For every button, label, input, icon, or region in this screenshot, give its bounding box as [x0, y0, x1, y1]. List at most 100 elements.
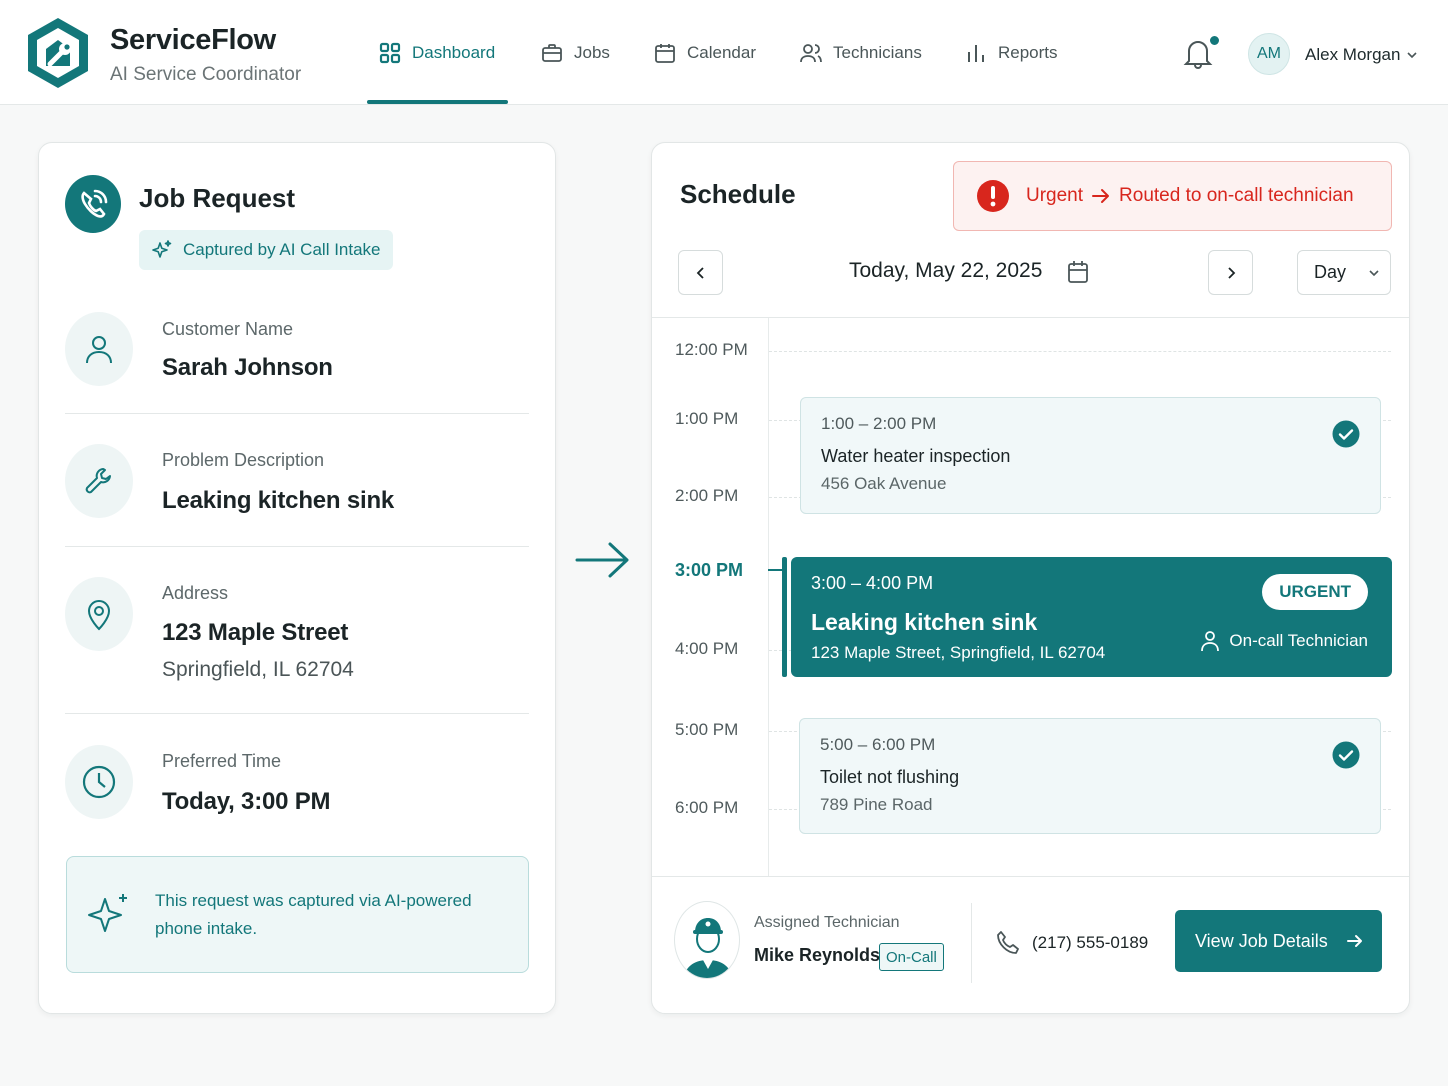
bar-chart-icon: [968, 45, 984, 62]
app-logo-icon[interactable]: [24, 16, 92, 90]
ai-intake-badge-label: Captured by AI Call Intake: [183, 240, 381, 259]
chevron-down-icon: [1369, 269, 1379, 276]
brand-subtitle: AI Service Coordinator: [110, 64, 302, 85]
user-icon: [65, 312, 133, 386]
address-line1: 123 Maple Street: [162, 619, 349, 646]
check-circle-icon: [1332, 741, 1360, 769]
arrow-right-icon: [1346, 935, 1362, 947]
chevron-right-icon: [1227, 266, 1235, 279]
chevron-down-icon[interactable]: [1405, 48, 1419, 62]
grid-icon: [379, 42, 401, 64]
urgent-event-indicator: [782, 557, 787, 677]
ai-intake-badge: Captured by AI Call Intake: [139, 230, 393, 270]
nav-reports[interactable]: Reports: [964, 38, 1058, 68]
on-call-badge: On-Call: [879, 943, 944, 971]
time-column-border: [768, 318, 769, 876]
previous-day-button[interactable]: [678, 250, 723, 295]
calendar-icon[interactable]: [1066, 259, 1090, 285]
time-label: 5:00 PM: [675, 720, 739, 739]
event-time: 3:00 – 4:00 PM: [811, 573, 934, 593]
location-pin-icon: [65, 577, 133, 651]
divider: [65, 546, 529, 547]
top-header: ServiceFlow AI Service Coordinator Dashb…: [0, 0, 1448, 105]
problem-description-value: Leaking kitchen sink: [162, 487, 395, 514]
check-circle-icon: [1332, 420, 1360, 448]
urgent-badge: URGENT: [1262, 574, 1368, 610]
clock-icon: [65, 745, 133, 819]
job-request-card: Job Request Captured by AI Call Intake C…: [38, 142, 556, 1014]
technician-phone[interactable]: (217) 555-0189: [1032, 933, 1148, 953]
alert-icon: [977, 180, 1009, 212]
time-label: 4:00 PM: [675, 639, 739, 658]
active-tab-indicator: [367, 100, 508, 104]
nav-jobs[interactable]: Jobs: [540, 38, 610, 68]
urgent-routing-alert: Urgent Routed to on-call technician: [953, 161, 1392, 231]
preferred-time-label: Preferred Time: [162, 751, 282, 771]
event-assignee: On-call Technician: [1201, 630, 1368, 652]
current-date: Today, May 22, 2025: [849, 259, 1043, 282]
problem-description-label: Problem Description: [162, 450, 325, 470]
event-time: 1:00 – 2:00 PM: [821, 414, 937, 433]
schedule-title: Schedule: [680, 179, 796, 209]
calendar-icon: [655, 44, 675, 63]
hour-gridline: [769, 351, 1391, 352]
nav-dashboard[interactable]: Dashboard: [378, 38, 495, 68]
user-name[interactable]: Alex Morgan: [1305, 45, 1400, 65]
event-title: Toilet not flushing: [820, 767, 960, 787]
event-address: 456 Oak Avenue: [821, 474, 947, 493]
address-line2: Springfield, IL 62704: [162, 658, 354, 681]
view-select-value: Day: [1314, 262, 1347, 282]
schedule-event[interactable]: 5:00 – 6:00 PM Toilet not flushing 789 P…: [799, 718, 1381, 834]
arrow-right-icon: [575, 542, 629, 578]
assigned-technician-label: Assigned Technician: [754, 914, 900, 931]
nav-reports-label: Reports: [998, 43, 1058, 62]
address-label: Address: [162, 583, 229, 603]
technician-name: Mike Reynolds: [754, 945, 881, 965]
chevron-left-icon: [696, 266, 704, 279]
divider: [652, 876, 1409, 877]
time-label: 2:00 PM: [675, 486, 739, 505]
nav-technicians-label: Technicians: [833, 43, 922, 62]
user-avatar[interactable]: AM: [1248, 33, 1290, 75]
nav-calendar[interactable]: Calendar: [653, 38, 756, 68]
ai-intake-note: This request was captured via AI-powered…: [66, 856, 529, 973]
job-request-title: Job Request: [139, 183, 296, 213]
nav-calendar-label: Calendar: [687, 43, 756, 62]
phone-call-icon: [65, 175, 121, 233]
sparkle-icon: [152, 240, 172, 258]
next-day-button[interactable]: [1208, 250, 1253, 295]
brand-name: ServiceFlow: [110, 24, 276, 56]
users-icon: [800, 44, 822, 63]
event-title: Leaking kitchen sink: [811, 609, 1038, 635]
view-job-details-label: View Job Details: [1195, 930, 1328, 951]
customer-name-label: Customer Name: [162, 319, 294, 339]
view-select[interactable]: Day: [1297, 250, 1391, 295]
event-assignee-label: On-call Technician: [1229, 631, 1368, 650]
view-job-details-button[interactable]: View Job Details: [1175, 910, 1382, 972]
nav-technicians[interactable]: Technicians: [799, 38, 922, 68]
phone-icon[interactable]: [995, 929, 1021, 955]
wrench-icon: [65, 444, 133, 518]
divider: [971, 903, 972, 983]
ai-intake-note-text: This request was captured via AI-powered…: [155, 891, 472, 938]
event-address: 123 Maple Street, Springfield, IL 62704: [811, 643, 1106, 662]
event-time: 5:00 – 6:00 PM: [820, 735, 936, 754]
technician-avatar: [674, 901, 740, 979]
time-label: 6:00 PM: [675, 798, 739, 817]
schedule-event[interactable]: 1:00 – 2:00 PM Water heater inspection 4…: [800, 397, 1381, 514]
alert-message: Routed to on-call technician: [1119, 185, 1354, 206]
user-icon: [1201, 631, 1220, 652]
time-label: 1:00 PM: [675, 409, 739, 428]
divider: [65, 413, 529, 414]
event-address: 789 Pine Road: [820, 795, 933, 814]
sparkle-icon: [88, 894, 127, 932]
alert-level: Urgent: [1026, 185, 1084, 206]
nav-dashboard-label: Dashboard: [412, 43, 496, 62]
time-label: 12:00 PM: [675, 340, 748, 359]
customer-name-value: Sarah Johnson: [162, 354, 333, 381]
arrow-right-icon: [1092, 189, 1110, 203]
event-title: Water heater inspection: [821, 446, 1011, 466]
urgent-schedule-event[interactable]: 3:00 – 4:00 PM Leaking kitchen sink 123 …: [791, 557, 1392, 677]
divider: [65, 713, 529, 714]
preferred-time-value: Today, 3:00 PM: [162, 788, 331, 815]
